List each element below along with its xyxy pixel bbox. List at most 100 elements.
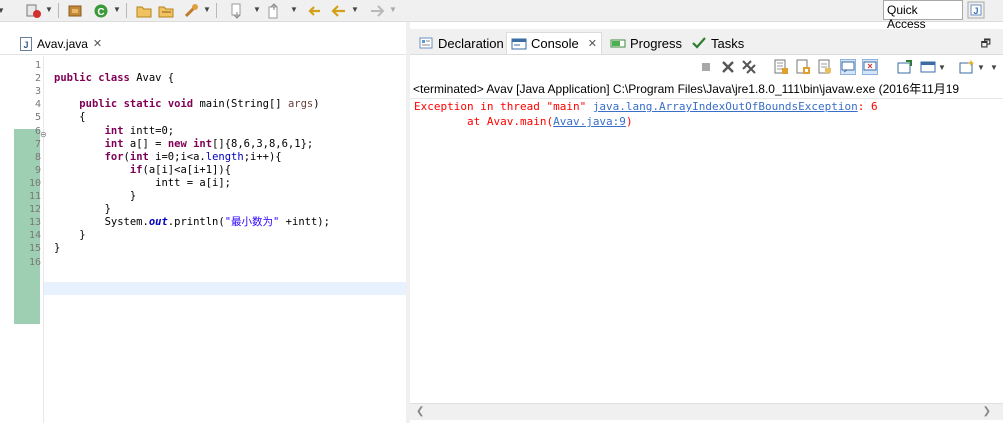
scroll-lock-icon[interactable] (773, 59, 789, 75)
output-line-exception: Exception in thread "main" java.lang.Arr… (414, 99, 878, 114)
search-dropdown-icon[interactable]: ▼ (203, 5, 211, 14)
scroll-left-icon[interactable]: ❮ (416, 406, 424, 417)
tab-tasks[interactable]: Tasks (687, 32, 748, 54)
new-java-class-icon[interactable]: C (92, 2, 110, 19)
close-console-tab-icon[interactable]: ✕ (588, 37, 597, 50)
run-configurations-icon[interactable] (25, 2, 43, 19)
fold-collapse-icon[interactable]: ⊖ (40, 130, 47, 139)
declaration-icon (419, 37, 433, 49)
overview-ruler (0, 56, 14, 423)
code-line: if(a[i]<a[i+1]){ (129, 163, 232, 176)
output-exception-prefix: Exception in thread "main" (414, 100, 593, 113)
line-number: 3 (34, 86, 41, 98)
line-number: 6 (34, 125, 41, 137)
previous-annotation-icon[interactable] (265, 2, 283, 19)
restore-view-icon[interactable]: 🗗 (981, 35, 991, 54)
tab-console-label: Console (531, 36, 579, 51)
editor-tab-label: Avav.java (37, 36, 88, 51)
line-number: 13 (28, 217, 41, 229)
display-console-dropdown-icon[interactable]: ▼ (938, 63, 946, 72)
line-number: 15 (28, 243, 41, 255)
tab-progress-label: Progress (630, 35, 683, 51)
tab-declaration[interactable]: Declaration (414, 32, 508, 54)
show-when-stdout-icon[interactable] (795, 59, 811, 75)
quick-access-field[interactable]: Quick Access (883, 0, 963, 31)
toolbar-separator (58, 3, 59, 18)
output-stack-prefix: at Avav.main( (414, 115, 554, 128)
output-exception-suffix: : 6 (857, 100, 878, 113)
svg-text:J: J (23, 40, 28, 50)
code-line: int a[] = new int[]{8,6,3,8,6,1}; (104, 137, 314, 150)
close-tab-icon[interactable]: ✕ (93, 37, 102, 50)
java-perspective-icon[interactable]: J (967, 1, 985, 19)
new-java-class-dropdown-icon[interactable]: ▼ (113, 5, 121, 14)
search-icon[interactable] (182, 2, 200, 19)
open-console-icon[interactable] (959, 59, 975, 75)
line-number: 11 (28, 191, 41, 202)
show-console-stderr-icon[interactable] (862, 59, 878, 75)
last-edit-location-icon[interactable] (305, 2, 323, 19)
new-package-icon[interactable] (66, 2, 84, 19)
display-selected-console-icon[interactable] (920, 59, 936, 75)
pin-console-icon[interactable] (897, 59, 913, 75)
forward-icon[interactable] (368, 2, 386, 19)
next-annotation-dropdown-icon[interactable]: ▼ (253, 5, 261, 14)
open-console-dropdown-icon[interactable]: ▼ (977, 63, 985, 72)
console-view: Declaration Console ✕ Progress Tasks 🗗 ▼… (410, 29, 1003, 423)
show-console-stdout-icon[interactable] (840, 59, 856, 75)
line-number: 16 (28, 256, 41, 268)
line-number: 2 (34, 73, 41, 85)
code-line: for(int i=0;i<a.length;i++){ (104, 150, 282, 163)
code-line: public class Avav { (54, 72, 175, 85)
scroll-right-icon[interactable]: ❯ (983, 406, 991, 417)
toolbar-separator (216, 3, 217, 18)
back-dropdown-icon[interactable]: ▼ (351, 5, 359, 14)
code-area[interactable]: 1 2 3 4 5 6 7 8 9 10 11 12 13 14 15 16 ⊖ public class A… (0, 56, 406, 423)
editor-tab-bar: J Avav.java ✕ (0, 29, 406, 55)
code-line: } (54, 242, 61, 255)
code-line: System.out.println("最小数为" +intt); (54, 216, 330, 229)
terminate-icon[interactable] (698, 59, 714, 75)
output-stack-suffix: ) (625, 115, 633, 128)
stack-frame-link[interactable]: Avav.java:9 (553, 115, 626, 128)
remove-all-terminated-icon[interactable] (741, 59, 757, 75)
run-configurations-dropdown-icon[interactable]: ▼ (45, 5, 53, 14)
console-output[interactable]: Exception in thread "main" java.lang.Arr… (410, 98, 1003, 403)
svg-text:C: C (97, 7, 104, 18)
open-resource-icon[interactable] (157, 2, 175, 19)
next-annotation-icon[interactable] (228, 2, 246, 19)
view-menu-icon[interactable]: ▼ (990, 63, 998, 72)
exception-type-link[interactable]: java.lang.ArrayIndexOutOfBoundsException (593, 100, 858, 113)
line-number: 8 (34, 151, 41, 163)
back-icon[interactable] (330, 2, 348, 19)
word-wrap-icon[interactable] (817, 59, 833, 75)
console-process-status: <terminated> Avav [Java Application] C:\… (413, 82, 960, 96)
line-number: 4 (34, 99, 41, 111)
line-number: 10 (28, 177, 41, 189)
code-line: } (54, 229, 86, 242)
view-tab-bar: Declaration Console ✕ Progress Tasks 🗗 (410, 29, 1003, 55)
toolbar-dropdown-arrow[interactable]: ▼ (0, 2, 6, 19)
tab-progress[interactable]: Progress (606, 32, 686, 54)
editor-tab-avav-java[interactable]: J Avav.java ✕ (14, 32, 108, 55)
code-line: public static void main(String[] args) (79, 98, 320, 111)
tab-console[interactable]: Console ✕ (506, 32, 602, 54)
code-line: } (54, 190, 137, 202)
svg-text:J: J (973, 6, 978, 16)
tasks-icon (692, 37, 706, 49)
current-line-highlight (44, 282, 406, 295)
tab-declaration-label: Declaration (438, 35, 504, 51)
remove-launch-icon[interactable] (720, 59, 736, 75)
code-line: { (54, 111, 86, 124)
java-file-icon: J (20, 36, 32, 51)
line-number: 5 (34, 112, 41, 124)
console-icon (511, 38, 527, 49)
horizontal-scrollbar[interactable]: ❮ ❯ (410, 403, 1003, 420)
output-line-stack-frame: at Avav.main(Avav.java:9) (414, 114, 633, 129)
open-type-icon[interactable] (135, 2, 153, 19)
console-toolbar: ▼ ▼ ▼ (410, 56, 1003, 80)
forward-dropdown-icon[interactable]: ▼ (389, 5, 397, 14)
previous-annotation-dropdown-icon[interactable]: ▼ (290, 5, 298, 14)
line-number: 1 (34, 60, 41, 71)
main-toolbar: ▼ ▼ C ▼ ▼ ▼ ▼ ▼ ▼ Quick Access J (0, 0, 1003, 31)
